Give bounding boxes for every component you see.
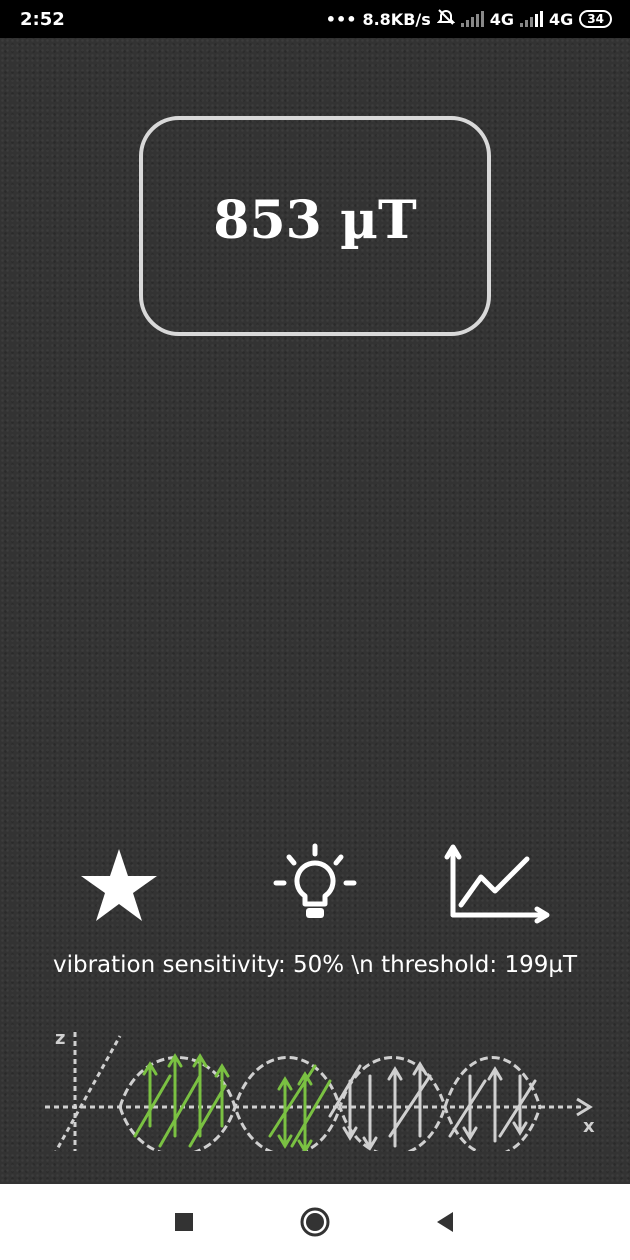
chart-button[interactable] (443, 843, 550, 929)
lightbulb-icon (273, 843, 357, 918)
circle-icon (300, 1207, 330, 1237)
light-button[interactable] (272, 843, 358, 929)
signal-icon-2 (520, 11, 544, 27)
navigation-bar (0, 1184, 630, 1260)
status-icons: ••• 8.8KB/s 4G 4G 34 (326, 8, 612, 30)
recents-button[interactable] (166, 1204, 202, 1240)
star-icon (81, 849, 157, 921)
alarm-off-icon (436, 8, 456, 30)
signal-icon (460, 11, 484, 27)
favorite-button[interactable] (76, 843, 162, 929)
line-chart-icon (444, 844, 550, 924)
back-button[interactable] (427, 1204, 463, 1240)
battery-icon: 34 (579, 10, 612, 28)
field-reading: 853 µT (213, 189, 417, 251)
phone-screen: 2:52 ••• 8.8KB/s 4G 4G 34 853 µT vibrati… (0, 0, 630, 1260)
home-button[interactable] (297, 1204, 333, 1240)
app-content: 853 µT vibration sensitivity: 50% \n thr… (0, 38, 630, 1184)
axis-label-z: z (55, 1028, 65, 1049)
status-bar: 2:52 ••• 8.8KB/s 4G 4G 34 (0, 0, 630, 38)
network-type-2: 4G (549, 9, 574, 29)
triangle-back-icon (437, 1212, 453, 1232)
axis-label-x: x (583, 1116, 595, 1137)
more-dots: ••• (325, 9, 357, 29)
square-icon (175, 1213, 193, 1231)
sensitivity-info: vibration sensitivity: 50% \n threshold:… (52, 952, 578, 978)
network-speed: 8.8KB/s (362, 9, 431, 29)
reading-box: 853 µT (139, 116, 491, 336)
em-wave-graphic: x y z (45, 1028, 595, 1151)
network-type-1: 4G (489, 9, 515, 29)
status-time: 2:52 (20, 9, 65, 30)
